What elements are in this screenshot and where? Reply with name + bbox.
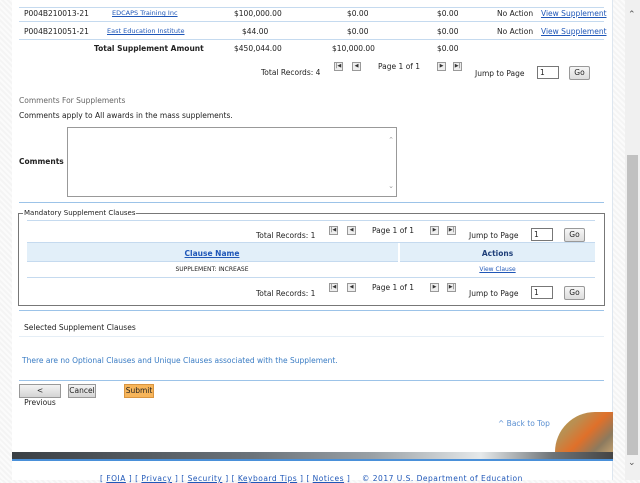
go-button[interactable]: Go xyxy=(564,228,585,242)
pager: Total Records: 4 |◀ ◀ Page 1 of 1 ▶ ▶| J… xyxy=(12,62,612,80)
page-indicator: Page 1 of 1 xyxy=(378,62,421,71)
pager: Total Records: 1 |◀ ◀ Page 1 of 1 ▶ ▶| J… xyxy=(19,224,606,242)
last-page-icon[interactable]: ▶| xyxy=(453,62,462,71)
prev-page-icon[interactable]: ◀ xyxy=(347,283,356,292)
total-row: Total Supplement Amount $450,044.00 $10,… xyxy=(12,44,612,58)
table-header: Clause Name Actions xyxy=(27,242,595,262)
last-page-icon[interactable]: ▶| xyxy=(447,226,456,235)
cancel-button[interactable]: Cancel xyxy=(68,384,96,398)
total-amount-2: $10,000.00 xyxy=(332,44,375,53)
page-indicator: Page 1 of 1 xyxy=(372,226,415,235)
award-number: P004B210013-21 xyxy=(24,9,89,18)
footer-banner xyxy=(12,452,613,461)
scroll-up-arrow-icon[interactable]: ⌃ xyxy=(628,10,636,20)
section-title: Comments For Supplements xyxy=(19,96,126,105)
scroll-up-icon[interactable]: ⌃ xyxy=(388,136,394,144)
footer-link-keyboard-tips[interactable]: Keyboard Tips xyxy=(238,474,297,483)
amount-2: $0.00 xyxy=(347,27,369,36)
org-link[interactable]: East Education Institute xyxy=(107,27,185,35)
jump-label: Jump to Page xyxy=(475,69,525,78)
fieldset-legend: Mandatory Supplement Clauses xyxy=(23,209,137,217)
pager: Total Records: 1 |◀ ◀ Page 1 of 1 ▶ ▶| J… xyxy=(19,283,606,300)
page-indicator: Page 1 of 1 xyxy=(372,283,415,292)
view-clause-link[interactable]: View Clause xyxy=(400,266,595,273)
amount-3: $0.00 xyxy=(437,9,459,18)
first-page-icon[interactable]: |◀ xyxy=(329,283,338,292)
first-page-icon[interactable]: |◀ xyxy=(334,62,343,71)
footer-link-foia[interactable]: FOIA xyxy=(106,474,126,483)
view-supplement-link[interactable]: View Supplement xyxy=(541,9,607,18)
total-label: Total Supplement Amount xyxy=(94,44,204,53)
prev-page-icon[interactable]: ◀ xyxy=(347,226,356,235)
scroll-down-arrow-icon[interactable]: ⌄ xyxy=(628,458,636,468)
submit-button[interactable]: Submit xyxy=(124,384,154,398)
status: No Action xyxy=(497,27,534,36)
last-page-icon[interactable]: ▶| xyxy=(447,283,456,292)
total-records: Total Records: 1 xyxy=(256,231,316,240)
page-content: P004B210013-21 EDCAPS Training Inc $100,… xyxy=(12,0,613,483)
footer-link-security[interactable]: Security xyxy=(188,474,223,483)
comments-textarea[interactable]: ⌃ ⌄ xyxy=(67,127,397,197)
vertical-scrollbar[interactable]: ⌃ ⌄ xyxy=(625,0,640,480)
go-button[interactable]: Go xyxy=(564,286,585,300)
jump-label: Jump to Page xyxy=(469,289,519,298)
next-page-icon[interactable]: ▶ xyxy=(437,62,446,71)
jump-label: Jump to Page xyxy=(469,231,519,240)
amount-2: $0.00 xyxy=(347,9,369,18)
footer: [ FOIA ] [ Privacy ] [ Security ] [ Keyb… xyxy=(100,474,523,483)
footer-link-notices[interactable]: Notices xyxy=(313,474,344,483)
amount-3: $0.00 xyxy=(437,27,459,36)
selected-clauses-box: There are no Optional Clauses and Unique… xyxy=(19,336,604,368)
total-amount: $450,044.00 xyxy=(234,44,282,53)
view-supplement-link[interactable]: View Supplement xyxy=(541,27,607,36)
org-link[interactable]: EDCAPS Training Inc xyxy=(112,9,178,17)
first-page-icon[interactable]: |◀ xyxy=(329,226,338,235)
selected-clauses-title: Selected Supplement Clauses xyxy=(24,323,136,332)
mandatory-clauses-fieldset: Mandatory Supplement Clauses Total Recor… xyxy=(18,209,606,306)
jump-to-page-input[interactable]: 1 xyxy=(531,228,553,241)
jump-to-page-input[interactable]: 1 xyxy=(531,286,553,299)
prev-page-icon[interactable]: ◀ xyxy=(352,62,361,71)
copyright: © 2017 U.S. Department of Education xyxy=(361,474,523,483)
amount: $100,000.00 xyxy=(234,9,282,18)
go-button[interactable]: Go xyxy=(569,66,590,80)
table-row: P004B210013-21 EDCAPS Training Inc $100,… xyxy=(12,9,612,25)
actions-header: Actions xyxy=(481,249,514,258)
comments-note: Comments apply to All awards in the mass… xyxy=(19,111,233,120)
total-records: Total Records: 4 xyxy=(261,68,321,77)
table-row: P004B210051-21 East Education Institute … xyxy=(12,27,612,43)
next-page-icon[interactable]: ▶ xyxy=(430,226,439,235)
total-amount-3: $0.00 xyxy=(437,44,459,53)
back-to-top-link[interactable]: ^ Back to Top xyxy=(498,419,550,428)
scroll-down-icon[interactable]: ⌄ xyxy=(388,182,394,190)
clause-name-header[interactable]: Clause Name xyxy=(27,249,397,258)
comments-label: Comments xyxy=(19,157,64,166)
next-page-icon[interactable]: ▶ xyxy=(430,283,439,292)
no-clauses-message: There are no Optional Clauses and Unique… xyxy=(22,356,338,365)
scrollbar-thumb[interactable] xyxy=(627,155,638,455)
jump-to-page-input[interactable]: 1 xyxy=(537,66,559,79)
amount: $44.00 xyxy=(242,27,269,36)
status: No Action xyxy=(497,9,534,18)
total-records: Total Records: 1 xyxy=(256,289,316,298)
clause-name: SUPPLEMENT: INCREASE xyxy=(175,266,249,273)
previous-button[interactable]: < Previous xyxy=(19,384,61,407)
award-number: P004B210051-21 xyxy=(24,27,89,36)
classroom-image xyxy=(555,412,613,452)
footer-link-privacy[interactable]: Privacy xyxy=(141,474,172,483)
